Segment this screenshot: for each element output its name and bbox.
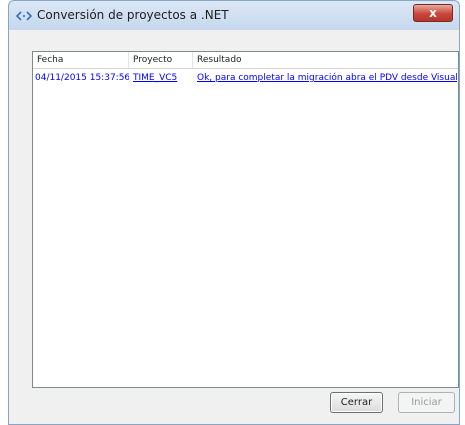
cell-fecha: 04/11/2015 15:37:56	[35, 73, 129, 83]
dialog-body: Fecha Proyecto Resultado 04/11/2015 15:3…	[8, 30, 460, 425]
results-list[interactable]: Fecha Proyecto Resultado 04/11/2015 15:3…	[32, 51, 459, 388]
iniciar-button[interactable]: Iniciar	[398, 392, 455, 413]
list-header: Fecha Proyecto Resultado	[33, 52, 458, 69]
window-title: Conversión de proyectos a .NET	[37, 8, 229, 22]
column-header-proyecto[interactable]: Proyecto	[129, 52, 193, 68]
title-bar[interactable]: Conversión de proyectos a .NET x	[8, 0, 460, 30]
column-header-fecha[interactable]: Fecha	[33, 52, 129, 68]
cerrar-button[interactable]: Cerrar	[330, 392, 383, 413]
dialog-window: Conversión de proyectos a .NET x Fecha P…	[8, 0, 460, 425]
column-header-resultado[interactable]: Resultado	[193, 52, 460, 68]
list-item[interactable]: 04/11/2015 15:37:56 TIME_VC5 Ok, para co…	[33, 70, 458, 86]
cell-resultado-link[interactable]: Ok, para completar la migración abra el …	[193, 70, 457, 86]
cell-proyecto-link[interactable]: TIME_VC5	[129, 70, 193, 86]
close-button[interactable]: x	[413, 4, 453, 22]
code-brackets-icon	[15, 11, 33, 21]
